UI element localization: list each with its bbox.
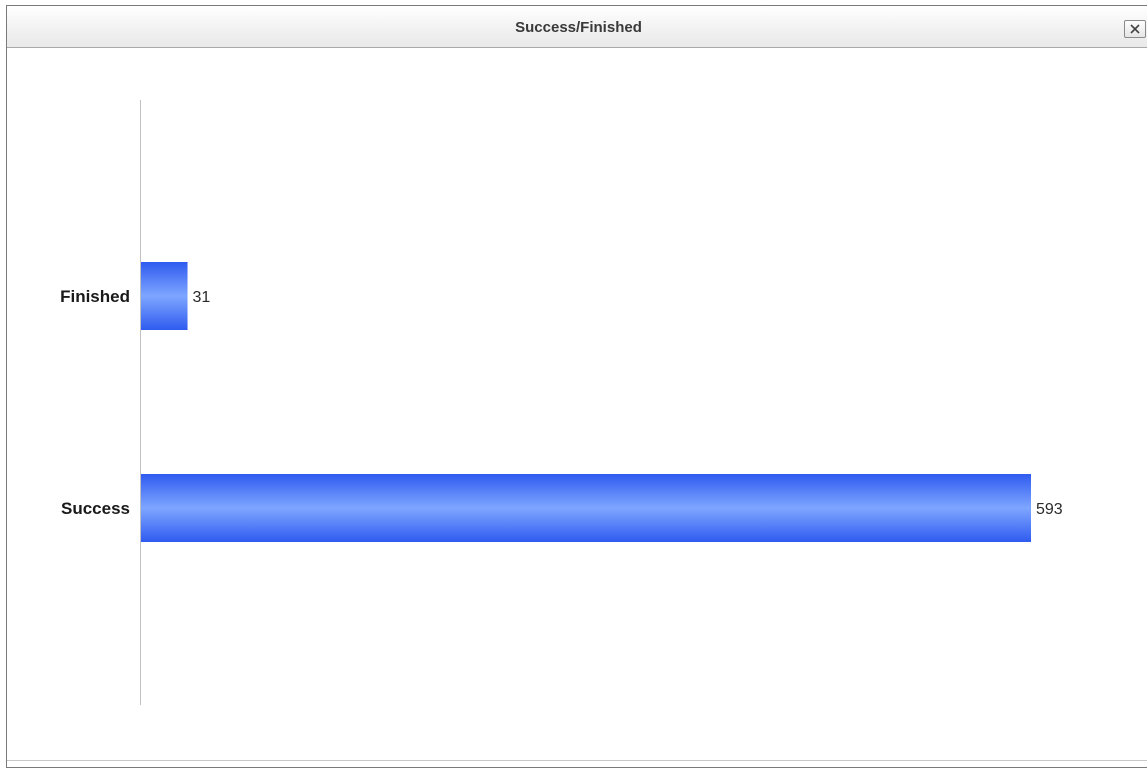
close-button[interactable] bbox=[1124, 20, 1146, 38]
window-title: Success/Finished bbox=[515, 19, 642, 36]
category-label-success: Success bbox=[61, 499, 130, 518]
value-label-success: 593 bbox=[1036, 501, 1063, 518]
chart-dialog: Success/Finished Finished 31 Success 593 bbox=[6, 5, 1147, 768]
bar-finished bbox=[141, 262, 188, 330]
value-label-finished: 31 bbox=[193, 289, 211, 306]
chart-area: Finished 31 Success 593 bbox=[7, 48, 1147, 767]
category-label-finished: Finished bbox=[60, 287, 130, 306]
close-icon bbox=[1125, 23, 1145, 35]
title-bar[interactable]: Success/Finished bbox=[7, 6, 1147, 48]
content-bottom-border bbox=[7, 760, 1147, 761]
bar-success bbox=[141, 474, 1031, 542]
bar-chart: Finished 31 Success 593 bbox=[60, 100, 1063, 705]
